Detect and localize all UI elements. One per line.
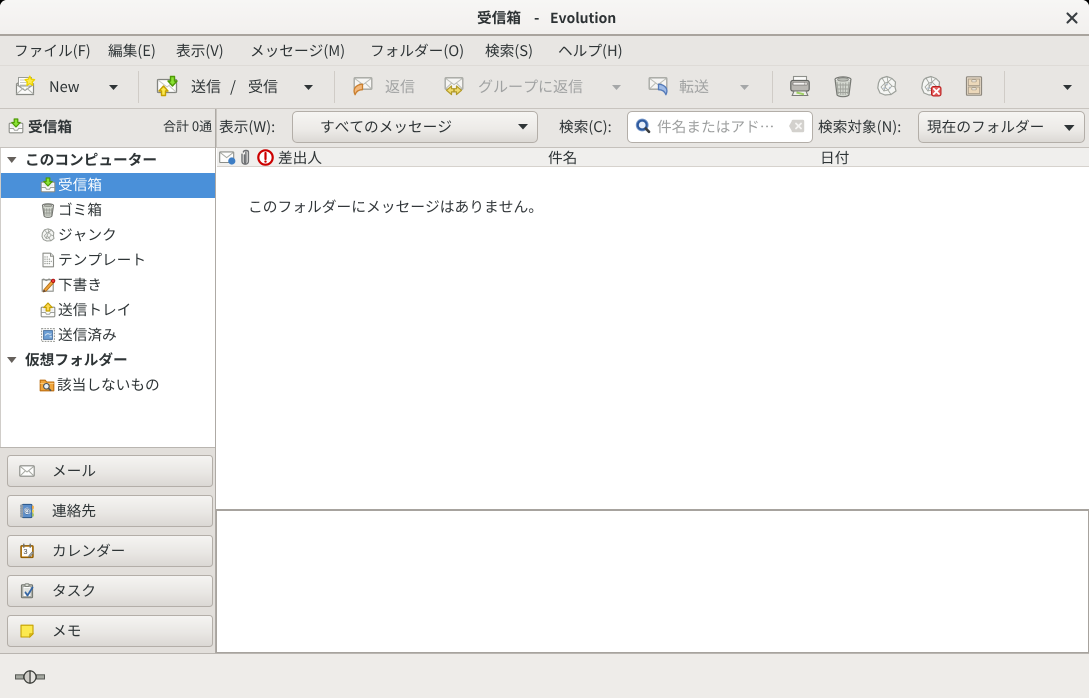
svg-text:@: @	[23, 508, 30, 515]
svg-text:3: 3	[23, 547, 27, 556]
